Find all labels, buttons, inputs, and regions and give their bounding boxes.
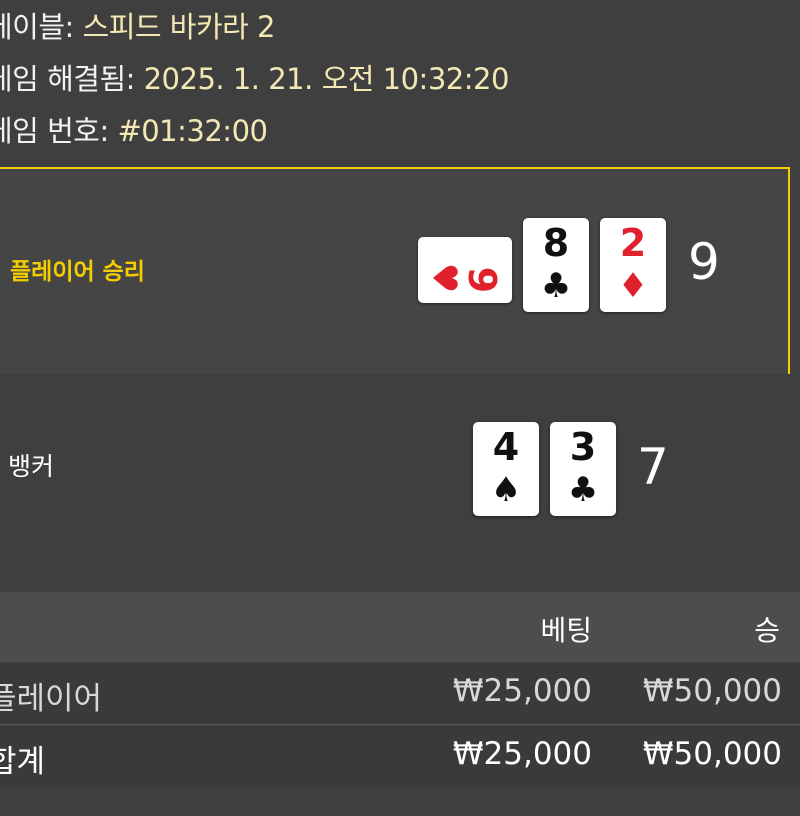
table-row-total: 합계 ₩25,000 ₩50,000 — [0, 726, 800, 787]
game-number-line: 게임 번호: #01:32:00 — [0, 108, 268, 150]
banker-card-2: 3 ♣ — [550, 422, 616, 516]
spade-suit-icon: ♠ — [490, 470, 522, 510]
resolved-time-line: 게임 해결됨: 2025. 1. 21. 오전 10:32:20 — [0, 56, 509, 98]
row-bet: ₩25,000 — [452, 673, 592, 709]
player-card-2: 8 ♣ — [523, 218, 589, 312]
player-card-1: 9 ♥ — [418, 237, 512, 303]
table-value: 스피드 바카라 2 — [82, 10, 276, 44]
banker-card-1: 4 ♠ — [473, 422, 539, 516]
banker-result-panel: 뱅커 4 ♠ 3 ♣ 7 — [0, 374, 800, 574]
diamond-suit-icon: ♦ — [617, 266, 649, 306]
row-bet: ₩25,000 — [452, 736, 592, 772]
win-column-header: 승 — [754, 614, 780, 647]
banker-result-label: 뱅커 — [8, 452, 55, 481]
resolved-label: 게임 해결됨: — [0, 62, 144, 96]
heart-suit-icon: ♥ — [424, 262, 464, 294]
club-suit-icon: ♣ — [567, 470, 599, 510]
table-name-line: 테이블: 스피드 바카라 2 — [0, 4, 276, 46]
row-name: 합계 — [0, 744, 46, 780]
player-card-3: 2 ♦ — [600, 218, 666, 312]
bet-column-header: 베팅 — [540, 614, 592, 647]
resolved-value: 2025. 1. 21. 오전 10:32:20 — [143, 62, 510, 96]
bets-table-header: 베팅 승 — [0, 592, 800, 662]
player-result-panel: 플레이어 승리 9 ♥ 8 ♣ 2 ♦ 9 — [0, 167, 790, 376]
card-rank: 8 — [542, 221, 570, 265]
row-name: 플레이어 — [0, 681, 103, 717]
table-label: 테이블: — [0, 10, 74, 44]
game-number-label: 게임 번호: — [0, 114, 109, 148]
card-rank: 4 — [492, 425, 520, 469]
row-win: ₩50,000 — [642, 673, 782, 709]
card-rank: 3 — [569, 425, 597, 469]
card-rank: 2 — [619, 221, 647, 265]
game-number-value: #01:32:00 — [117, 114, 268, 148]
player-total: 9 — [688, 233, 720, 291]
table-row: 플레이어 ₩25,000 ₩50,000 — [0, 663, 800, 725]
banker-total: 7 — [637, 438, 669, 496]
player-result-label: 플레이어 승리 — [10, 259, 145, 285]
card-rank: 9 — [460, 266, 504, 294]
row-win: ₩50,000 — [642, 736, 782, 772]
club-suit-icon: ♣ — [540, 266, 572, 306]
